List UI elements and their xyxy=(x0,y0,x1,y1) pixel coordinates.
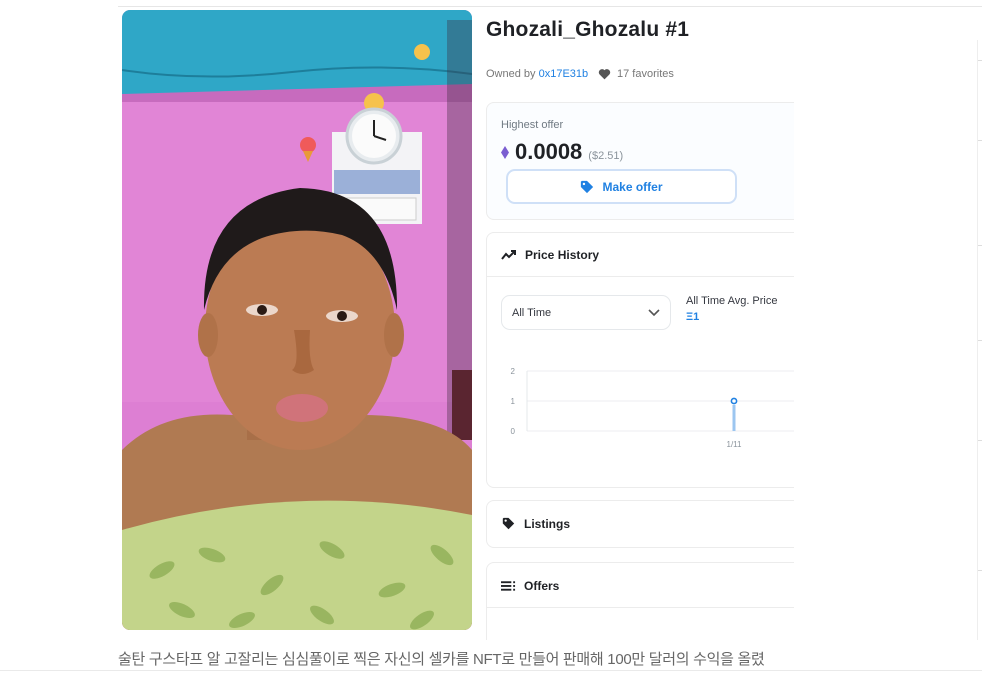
favorites-count: 17 favorites xyxy=(617,68,674,80)
highest-offer-card: Highest offer 0.0008 ($2.51) Make offer xyxy=(486,102,794,220)
nft-title: Ghozali_Ghozalu #1 xyxy=(486,18,690,41)
list-icon xyxy=(501,581,516,591)
trending-icon xyxy=(501,249,516,260)
owner-address-link[interactable]: 0x17E31b xyxy=(539,68,589,80)
owned-by-label: Owned by xyxy=(486,68,539,80)
y-tick-label: 0 xyxy=(511,427,516,436)
data-point[interactable] xyxy=(730,397,738,405)
listings-section[interactable]: Listings xyxy=(486,500,794,548)
listings-header[interactable]: Listings xyxy=(487,501,794,546)
tag-icon xyxy=(502,517,515,530)
chevron-down-icon xyxy=(648,308,660,316)
favorites[interactable]: 17 favorites xyxy=(598,68,674,80)
listings-title: Listings xyxy=(524,516,571,531)
right-scroll-rule xyxy=(977,40,982,640)
price-history-title: Price History xyxy=(525,247,600,262)
volume-bar xyxy=(732,405,736,431)
highest-offer-label: Highest offer xyxy=(501,119,564,131)
avg-price-label: All Time Avg. Price xyxy=(686,295,778,307)
offers-section[interactable]: Offers xyxy=(486,562,794,640)
time-range-value: All Time xyxy=(512,306,552,319)
owned-by: Owned by 0x17E31b xyxy=(486,68,588,80)
offers-header[interactable]: Offers xyxy=(487,563,794,608)
x-tick-label: 1/11 xyxy=(727,440,743,449)
offer-price-value: 0.0008 xyxy=(515,139,583,164)
price-history-chart: 2 1 0 1/11 xyxy=(511,367,794,449)
y-tick-label: 2 xyxy=(511,367,516,376)
bottom-rule xyxy=(0,670,982,671)
price-history-header[interactable]: Price History xyxy=(487,233,794,277)
avg-price-value: Ξ1 xyxy=(686,311,700,323)
offers-title: Offers xyxy=(524,578,560,593)
offers-divider xyxy=(487,607,794,608)
article-caption: 술탄 구스타프 알 고잘리는 심심풀이로 찍은 자신의 셀카를 NFT로 만들어… xyxy=(118,651,765,668)
tag-icon xyxy=(581,180,594,193)
price-history-card: Price History All Time All Time Avg. Pri… xyxy=(486,232,794,488)
time-range-select[interactable]: All Time xyxy=(501,295,671,330)
y-tick-label: 1 xyxy=(511,397,516,406)
ethereum-icon xyxy=(501,146,509,159)
make-offer-button[interactable]: Make offer xyxy=(506,169,737,204)
offer-price-usd: ($2.51) xyxy=(588,150,624,162)
heart-icon xyxy=(598,69,611,80)
nft-image xyxy=(122,10,472,630)
offer-price: 0.0008 ($2.51) xyxy=(501,139,623,165)
make-offer-label: Make offer xyxy=(602,179,663,194)
nft-detail-panel: Ghozali_Ghozalu #1 Owned by 0x17E31b 17 … xyxy=(486,0,794,640)
